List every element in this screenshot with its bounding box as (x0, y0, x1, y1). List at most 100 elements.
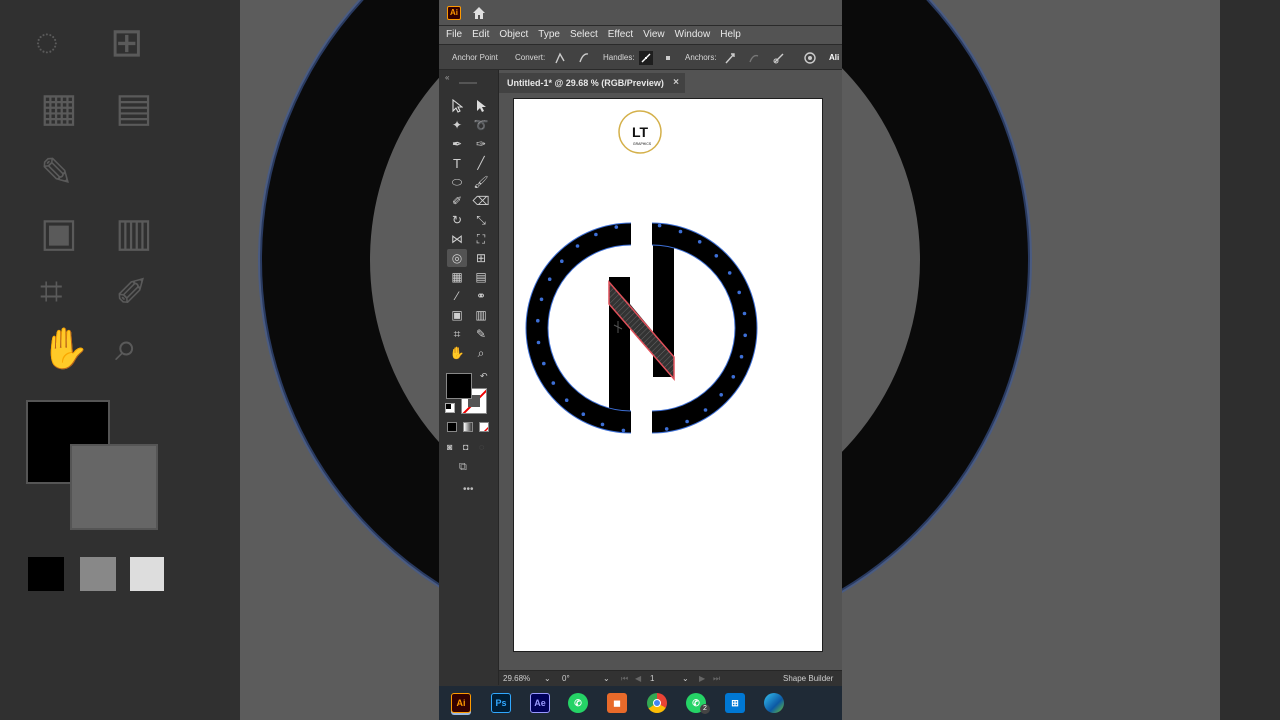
show-handles-icon[interactable] (639, 51, 653, 65)
width-tool-icon[interactable]: ⋈ (447, 230, 467, 248)
anchor-point[interactable] (547, 277, 552, 281)
remove-anchor-icon[interactable] (723, 51, 737, 65)
anchor-point[interactable] (739, 354, 744, 359)
anchor-point[interactable] (737, 290, 741, 295)
anchor-point[interactable] (664, 427, 669, 431)
connect-anchor-icon[interactable] (747, 51, 761, 65)
rotate-tool-icon[interactable]: ↻ (447, 211, 467, 229)
last-artboard-icon[interactable]: ⏭ (713, 674, 720, 684)
color-mode-button[interactable] (447, 422, 457, 432)
anchor-point[interactable] (719, 393, 723, 397)
close-tab-icon[interactable]: × (673, 73, 679, 93)
anchor-point[interactable] (564, 398, 569, 403)
collapse-panel-icon[interactable]: « (445, 73, 449, 82)
first-artboard-icon[interactable]: ⏮ (621, 674, 628, 684)
convert-smooth-icon[interactable] (577, 51, 591, 65)
anchor-point[interactable] (657, 223, 662, 228)
anchor-point[interactable] (742, 311, 747, 316)
rotation-value[interactable]: 0° (562, 674, 570, 683)
symbol-sprayer-tool-icon[interactable]: ▣ (447, 306, 467, 324)
column-graph-tool-icon[interactable]: ▥ (471, 306, 491, 324)
anchor-point[interactable] (542, 361, 546, 366)
taskbar-after-effects-icon[interactable]: Ae (530, 693, 550, 713)
isolate-icon[interactable] (803, 51, 817, 65)
zoom-dropdown-icon[interactable]: ⌄ (544, 674, 551, 683)
eyedropper-tool-icon[interactable]: ⁄ (447, 287, 467, 305)
lasso-tool-icon[interactable]: ➰ (471, 116, 491, 134)
default-colors-icon[interactable] (445, 403, 455, 413)
pen-tool-icon[interactable]: ✒ (447, 135, 467, 153)
artwork-canvas[interactable]: LT GRAPHICS (514, 99, 824, 653)
menu-object[interactable]: Object (494, 26, 533, 44)
anchor-point[interactable] (539, 297, 544, 302)
menu-type[interactable]: Type (533, 26, 565, 44)
anchor-point[interactable] (614, 225, 619, 229)
fill-swatch[interactable] (446, 373, 472, 399)
logo-artwork[interactable] (525, 222, 758, 434)
gradient-mode-button[interactable] (463, 422, 473, 432)
perspective-grid-tool-icon[interactable]: ⊞ (471, 249, 491, 267)
zoom-tool-icon[interactable]: ⌕ (471, 344, 491, 362)
mesh-tool-icon[interactable]: ▦ (447, 268, 467, 286)
draw-behind-icon[interactable]: ◘ (463, 442, 468, 452)
anchor-point[interactable] (536, 318, 540, 323)
convert-corner-icon[interactable] (553, 51, 567, 65)
menu-file[interactable]: File (441, 26, 467, 44)
anchor-point[interactable] (575, 244, 580, 248)
next-artboard-icon[interactable]: ▶ (699, 674, 705, 683)
panel-grip[interactable] (459, 82, 477, 84)
gradient-tool-icon[interactable]: ▤ (471, 268, 491, 286)
menu-edit[interactable]: Edit (467, 26, 494, 44)
menu-effect[interactable]: Effect (603, 26, 638, 44)
anchor-point[interactable] (621, 428, 626, 433)
anchor-point[interactable] (678, 229, 683, 234)
screen-mode-icon[interactable]: ⧉ (459, 461, 467, 474)
taskbar-illustrator-icon[interactable]: Ai (451, 693, 471, 713)
menu-help[interactable]: Help (715, 26, 746, 44)
swap-fill-stroke-icon[interactable]: ↶ (480, 371, 488, 382)
paintbrush-tool-icon[interactable]: 🖌 (471, 173, 491, 191)
home-icon[interactable] (471, 5, 487, 21)
type-tool-icon[interactable]: T (447, 154, 467, 172)
anchor-point[interactable] (714, 254, 719, 258)
anchor-point[interactable] (600, 422, 605, 427)
artboard-number[interactable]: 1 (650, 674, 654, 683)
anchor-point[interactable] (731, 375, 736, 379)
magic-wand-tool-icon[interactable]: ✦ (447, 116, 467, 134)
taskbar-photoshop-icon[interactable]: Ps (491, 693, 511, 713)
taskbar-store-icon[interactable]: ⊞ (725, 693, 745, 713)
eraser-tool-icon[interactable]: ⌫ (471, 192, 491, 210)
anchor-point[interactable] (551, 381, 556, 385)
zoom-level[interactable]: 29.68% (503, 674, 530, 683)
anchor-point[interactable] (727, 271, 732, 275)
selection-tool-icon[interactable] (447, 97, 467, 115)
none-mode-button[interactable] (479, 422, 489, 432)
align-label[interactable]: Ali (829, 53, 839, 62)
artboard-dropdown-icon[interactable]: ⌄ (682, 674, 689, 683)
rotation-dropdown-icon[interactable]: ⌄ (603, 674, 610, 683)
artboard[interactable]: LT GRAPHICS (513, 98, 823, 652)
blend-tool-icon[interactable]: ⚭ (471, 287, 491, 305)
menu-view[interactable]: View (638, 26, 670, 44)
scale-tool-icon[interactable]: ⤡ (471, 211, 491, 229)
hand-tool-icon[interactable]: ✋ (447, 344, 467, 362)
taskbar-chrome-icon[interactable] (647, 693, 667, 713)
shaper-tool-icon[interactable]: ✐ (447, 192, 467, 210)
direct-selection-tool-icon[interactable] (471, 97, 491, 115)
free-transform-tool-icon[interactable]: ⛶ (471, 230, 491, 248)
taskbar-edge-icon[interactable] (764, 693, 784, 713)
anchor-point[interactable] (743, 333, 747, 338)
taskbar-whatsapp-business-icon[interactable]: ✆ (568, 693, 588, 713)
slice-tool-icon[interactable]: ✎ (471, 325, 491, 343)
line-tool-icon[interactable]: ╱ (471, 154, 491, 172)
anchor-point[interactable] (685, 419, 689, 424)
ellipse-tool-icon[interactable]: ⬭ (447, 173, 467, 191)
artboard-tool-icon[interactable]: ⌗ (447, 325, 467, 343)
edit-toolbar-icon[interactable]: ••• (463, 484, 474, 495)
draw-inside-icon[interactable]: ◌ (479, 442, 484, 452)
menu-window[interactable]: Window (670, 26, 716, 44)
document-tab[interactable]: Untitled-1* @ 29.68 % (RGB/Preview) × (499, 73, 685, 93)
draw-normal-icon[interactable]: ◙ (447, 442, 452, 452)
hide-handles-icon[interactable] (661, 51, 675, 65)
anchor-point[interactable] (594, 232, 598, 237)
